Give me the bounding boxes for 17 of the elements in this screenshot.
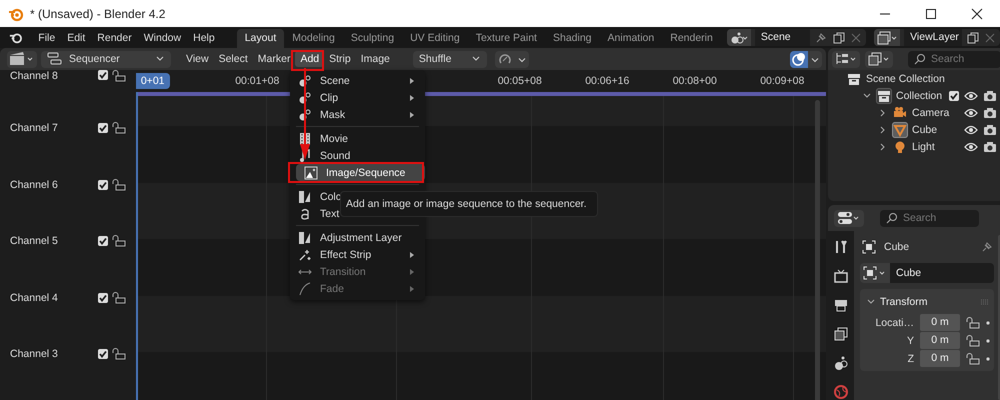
window-title: * (Unsaved) - Blender 4.2 [30, 6, 166, 20]
time-label: 00:08+00 [672, 75, 717, 87]
time-label: 00:05+08 [498, 75, 542, 87]
context-label: Cube [884, 241, 910, 253]
channel-name: Channel 6 [10, 178, 59, 191]
channel-name: Channel 5 [10, 235, 59, 248]
time-label: 00:09+08 [760, 75, 804, 87]
field-label: Z [906, 352, 914, 364]
time-label: 00:01+08 [235, 75, 280, 87]
time-label: 00:06+16 [585, 75, 630, 87]
field-label: Locati… [874, 316, 914, 328]
channel-name: Channel 7 [10, 122, 59, 134]
channel-name: Channel 3 [10, 348, 59, 360]
channel-name: Channel 8 [10, 70, 59, 82]
channel-name: Channel 4 [10, 292, 59, 304]
field-label: Y [906, 334, 914, 346]
tooltip: Add an image or image sequence to the sequencer. [340, 191, 598, 217]
